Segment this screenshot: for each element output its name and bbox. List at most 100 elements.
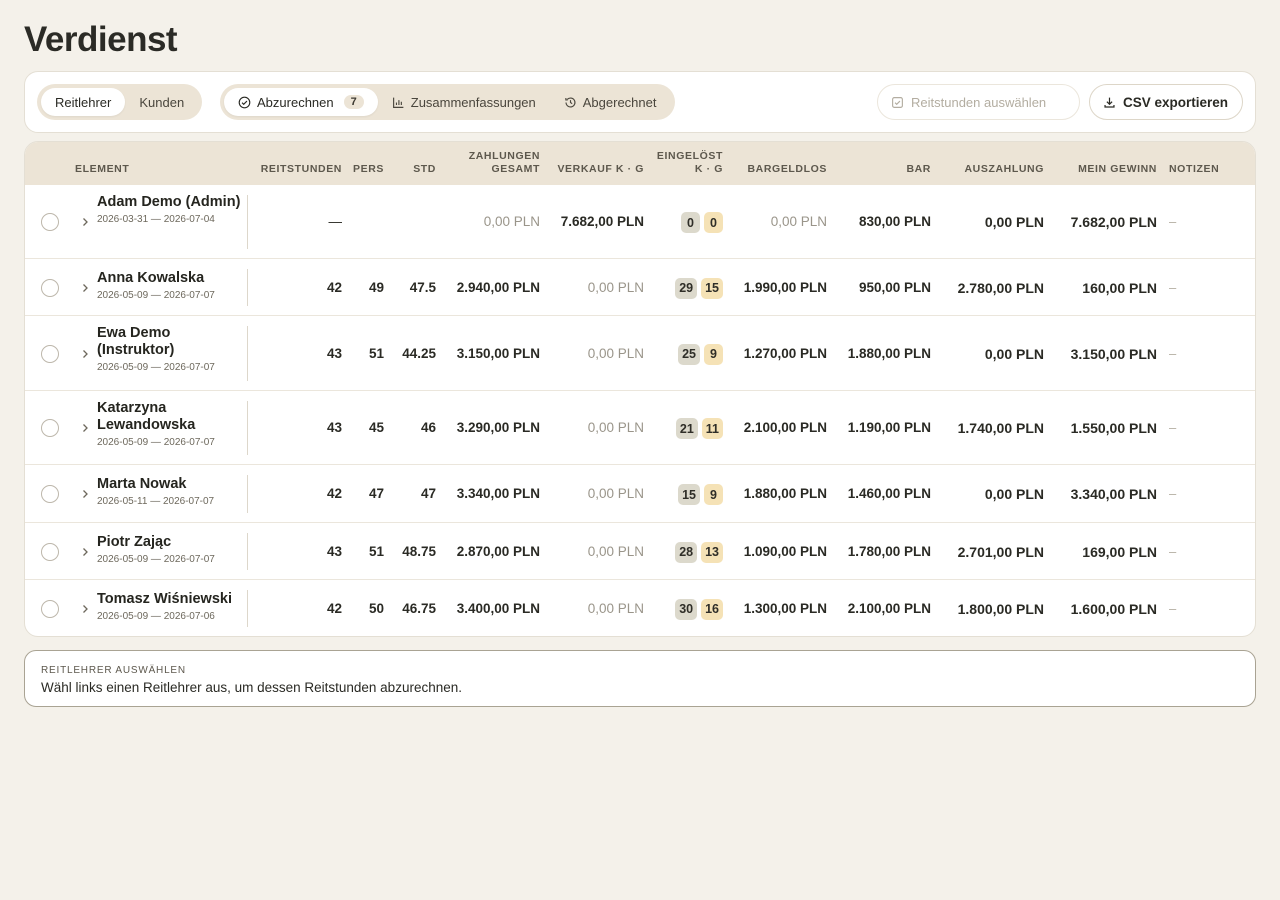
tab-reitlehrer[interactable]: Reitlehrer [41, 88, 126, 116]
cell-bar: 1.190,00 PLN [847, 420, 931, 435]
cell-notiz[interactable]: – [1169, 544, 1176, 559]
table-row[interactable]: Piotr Zając 2026-05-09 — 2026-07-07 43 5… [25, 523, 1255, 580]
cell-notiz[interactable]: – [1169, 420, 1176, 435]
badge-k: 21 [675, 418, 698, 439]
info-panel: Reitlehrer auswählen Wähl links einen Re… [24, 650, 1256, 707]
date-range: 2026-05-09 — 2026-07-07 [97, 290, 215, 301]
column-divider [247, 590, 248, 627]
cell-std: 44.25 [402, 345, 436, 361]
role-switch: Reitlehrer Kunden [37, 84, 203, 120]
chevron-right-icon[interactable] [80, 547, 90, 557]
tab-label: Zusammenfassungen [410, 94, 536, 110]
col-reitstunden: Reitstunden [260, 163, 342, 175]
redeemed-badges: 25 9 [678, 343, 723, 365]
tab-kunden[interactable]: Kunden [125, 88, 198, 116]
button-label: CSV exportieren [1123, 94, 1229, 110]
cell-bar: 2.100,00 PLN [847, 600, 931, 616]
table-row[interactable]: Ewa Demo (Instruktor) 2026-05-09 — 2026-… [25, 316, 1255, 391]
cell-gewinn: 1.600,00 PLN [1070, 600, 1157, 617]
instructor-name: Piotr Zając [97, 534, 172, 550]
page-title: Verdienst [24, 20, 178, 59]
table-row[interactable]: Adam Demo (Admin) 2026-03-31 — 2026-07-0… [25, 185, 1255, 259]
col-zahlungen: Zahlungen gesamt [469, 150, 540, 176]
row-select-radio[interactable] [41, 344, 59, 363]
table-row[interactable]: Marta Nowak 2026-05-11 — 2026-07-07 42 4… [25, 465, 1255, 523]
chevron-right-icon[interactable] [80, 349, 90, 359]
col-eingeloest-line2: K · G [694, 163, 723, 175]
table-row[interactable]: Tomasz Wiśniewski 2026-05-09 — 2026-07-0… [25, 580, 1255, 636]
check-circle-icon [238, 96, 251, 108]
checkbox-icon [892, 96, 903, 108]
badge-g: 9 [704, 484, 723, 505]
col-zahlungen-line2: gesamt [491, 163, 540, 175]
cell-verkauf: 0,00 PLN [587, 345, 644, 361]
date-range: 2026-03-31 — 2026-07-04 [97, 214, 215, 225]
column-divider [247, 269, 248, 306]
date-range: 2026-05-11 — 2026-07-07 [97, 496, 215, 507]
info-text: Wähl links einen Reitlehrer aus, um dess… [41, 680, 462, 695]
row-select-radio[interactable] [41, 419, 59, 437]
cell-auszahlung: 0,00 PLN [984, 214, 1044, 230]
badge-k: 25 [678, 343, 700, 365]
row-select-radio[interactable] [41, 485, 59, 503]
cell-gewinn: 160,00 PLN [1082, 279, 1157, 296]
chevron-right-icon[interactable] [80, 604, 90, 614]
tab-label: Abgerechnet [582, 94, 657, 110]
instructor-name: Tomasz Wiśniewski [97, 591, 232, 607]
date-range: 2026-05-09 — 2026-07-07 [97, 437, 215, 448]
cell-zahlungen: 3.400,00 PLN [456, 600, 540, 616]
cell-std: 46 [420, 420, 436, 435]
col-auszahlung: Auszahlung [964, 163, 1044, 175]
row-element: Adam Demo (Admin) 2026-03-31 — 2026-07-0… [97, 194, 247, 225]
badge-g: 15 [701, 277, 723, 299]
badge-g: 13 [701, 541, 723, 563]
cell-pers: 51 [368, 345, 384, 361]
chevron-right-icon[interactable] [80, 217, 90, 227]
row-select-radio[interactable] [41, 599, 59, 618]
cell-auszahlung: 1.800,00 PLN [957, 600, 1044, 617]
download-icon [1104, 97, 1115, 108]
instructor-name: Adam Demo (Admin) [97, 194, 241, 210]
select-lessons-button[interactable]: Reitstunden auswählen [877, 84, 1080, 120]
cell-reitstunden: — [328, 214, 343, 229]
cell-bargeldlos: 1.090,00 PLN [743, 543, 827, 559]
table-header: Element Reitstunden Pers Std Zahlungen g… [25, 142, 1255, 185]
cell-verkauf: 0,00 PLN [587, 600, 644, 616]
tab-abzurechnen[interactable]: Abzurechnen 7 [224, 88, 378, 116]
cell-notiz[interactable]: – [1169, 214, 1176, 229]
row-select-radio[interactable] [41, 213, 59, 231]
earnings-table: Element Reitstunden Pers Std Zahlungen g… [24, 141, 1256, 637]
cell-std: 47.5 [409, 279, 436, 295]
cell-std: 48.75 [402, 543, 436, 559]
date-range: 2026-05-09 — 2026-07-07 [97, 554, 215, 565]
tab-abgerechnet[interactable]: Abgerechnet [550, 88, 671, 116]
badge-k: 15 [678, 484, 700, 505]
cell-bar: 950,00 PLN [858, 279, 931, 295]
badge-k: 29 [675, 277, 698, 299]
chevron-right-icon[interactable] [80, 423, 90, 433]
row-select-radio[interactable] [41, 278, 59, 297]
cell-verkauf: 7.682,00 PLN [560, 214, 644, 229]
chevron-right-icon[interactable] [80, 489, 90, 499]
col-eingeloest-line1: Eingelöst [656, 150, 723, 162]
col-zahlungen-line1: Zahlungen [468, 150, 540, 162]
cell-pers: 47 [368, 486, 384, 501]
cell-gewinn: 169,00 PLN [1082, 543, 1157, 560]
cell-notiz[interactable]: – [1169, 346, 1176, 361]
cell-bargeldlos: 1.270,00 PLN [743, 345, 827, 361]
table-row[interactable]: Anna Kowalska 2026-05-09 — 2026-07-07 42… [25, 259, 1255, 316]
cell-notiz[interactable]: – [1169, 280, 1176, 295]
chevron-right-icon[interactable] [80, 283, 90, 293]
row-select-radio[interactable] [41, 542, 59, 561]
cell-zahlungen: 0,00 PLN [483, 214, 540, 229]
tab-zusammenfassungen[interactable]: Zusammenfassungen [378, 88, 550, 116]
cell-notiz[interactable]: – [1169, 486, 1176, 501]
redeemed-badges: 0 0 [681, 212, 723, 233]
table-row[interactable]: Katarzyna Lewandowska 2026-05-09 — 2026-… [25, 391, 1255, 465]
badge-g: 16 [701, 598, 723, 620]
cell-notiz[interactable]: – [1169, 601, 1176, 616]
cell-zahlungen: 2.870,00 PLN [456, 543, 540, 559]
csv-export-button[interactable]: CSV exportieren [1089, 84, 1243, 120]
cell-bargeldlos: 0,00 PLN [770, 214, 827, 229]
row-element: Marta Nowak 2026-05-11 — 2026-07-07 [97, 476, 247, 507]
